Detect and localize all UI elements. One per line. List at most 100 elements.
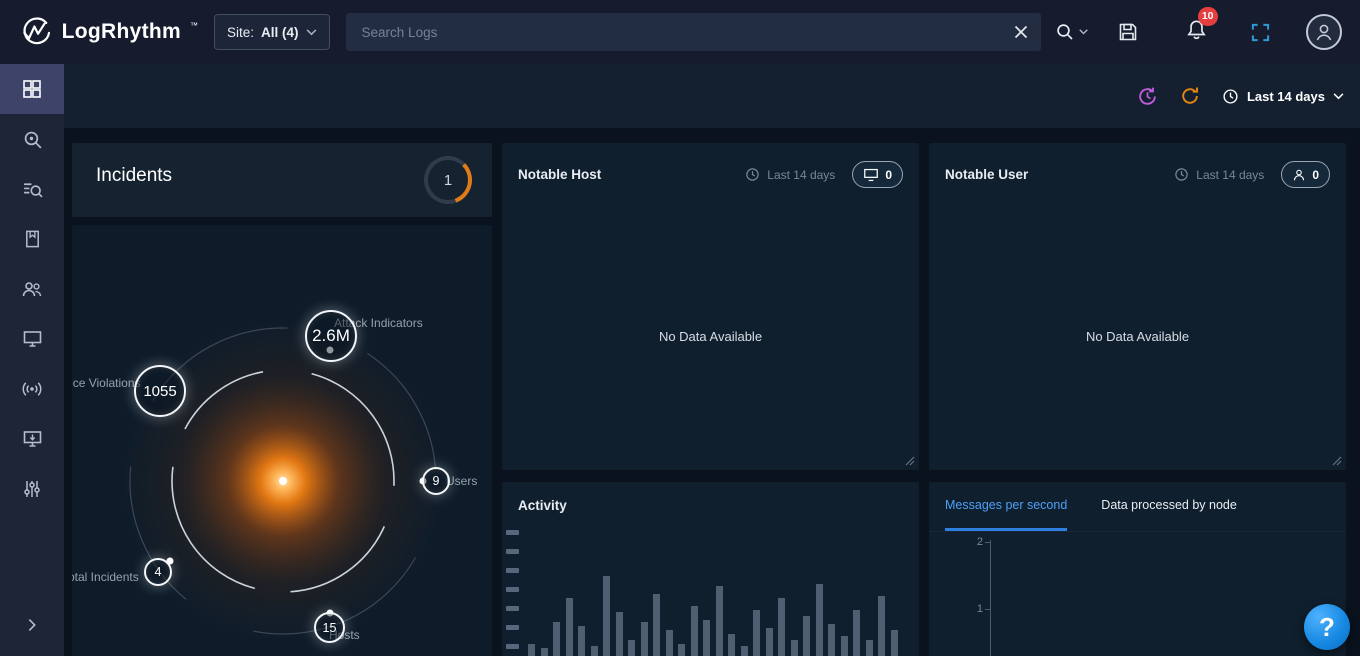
tab-messages-per-second[interactable]: Messages per second [945,482,1067,531]
search-field [346,13,1041,51]
axis-dash [506,625,519,630]
sidebar-item-hosts[interactable] [0,314,64,364]
brand-trademark: ™ [190,21,198,30]
node-users[interactable]: 9 [422,467,450,495]
cases-icon [23,229,42,249]
clear-search-icon[interactable] [1011,22,1031,42]
activity-bar [716,586,723,656]
activity-bar [803,616,810,656]
tab-data-processed-by-node[interactable]: Data processed by node [1101,482,1237,531]
site-label: Site: [227,25,254,40]
node-total-incidents[interactable]: 4 [144,558,172,586]
notable-user-count-badge[interactable]: 0 [1281,161,1330,188]
y-axis-tick-label: 1 [967,603,983,615]
sidebar-item-searches[interactable] [0,164,64,214]
activity-bar [566,598,573,656]
activity-bar [603,576,610,656]
sidebar-item-alarms[interactable] [0,364,64,414]
performance-tabs: Messages per second Data processed by no… [929,482,1346,532]
activity-bar [628,640,635,656]
time-range-label: Last 14 days [1247,89,1325,104]
refresh-icon [1180,86,1200,106]
activity-bar [766,628,773,656]
activity-widget: Activity [502,482,919,656]
sidebar-expand-button[interactable] [0,600,64,650]
axis-dash [506,587,519,592]
sliders-icon [22,479,42,499]
y-axis-line [990,540,991,656]
notable-user-time-range: Last 14 days [1196,168,1264,182]
sidebar-item-dashboards[interactable] [0,64,64,114]
monitor-icon [863,168,879,182]
node-label-compliance-violations: Compliance Violations [72,376,141,390]
incidents-orbit-widget: Attack Indicators Compliance Violations … [72,225,492,656]
axis-dash [506,530,519,535]
notification-badge: 10 [1198,7,1218,26]
site-selector[interactable]: Site: All (4) [214,14,330,50]
fullscreen-button[interactable] [1251,23,1270,42]
refresh-button[interactable] [1180,86,1200,106]
incidents-orbit-visualization [72,225,492,656]
activity-bar [891,630,898,656]
node-attack-indicators[interactable]: 2.6M [305,310,357,362]
activity-bar [641,622,648,656]
activity-bar [816,584,823,656]
y-axis-tick-label: 2 [967,536,983,548]
sidebar-item-settings[interactable] [0,464,64,514]
activity-bar [591,646,598,656]
resize-handle[interactable] [1331,455,1342,466]
sidebar-item-community[interactable] [0,264,64,314]
activity-bar [853,610,860,656]
node-hosts[interactable]: 15 [314,612,345,643]
axis-dash [506,644,519,649]
activity-bar [678,644,685,656]
chevron-down-icon [306,29,317,36]
activity-bar [616,612,623,656]
notable-user-title: Notable User [945,167,1028,182]
activity-bar [828,624,835,656]
search-options-button[interactable] [1055,22,1088,42]
search-input[interactable] [346,13,1041,51]
activity-bar [741,646,748,656]
activity-bar [841,636,848,656]
sidebar-item-investigate[interactable] [0,114,64,164]
activity-bar [666,630,673,656]
chevron-right-icon [23,616,41,634]
time-range-selector[interactable]: Last 14 days [1222,88,1344,105]
node-label-total-incidents: Total Incidents [72,570,139,584]
search-list-icon [22,179,43,200]
activity-bar [578,626,585,656]
notable-host-time-range: Last 14 days [767,168,835,182]
sidebar-item-deployment[interactable] [0,414,64,464]
save-search-button[interactable] [1118,22,1138,42]
activity-bar [528,644,535,656]
node-label-users: Users [446,474,477,488]
incidents-title: Incidents [96,165,172,187]
performance-widget: Messages per second Data processed by no… [929,482,1346,656]
resize-handle[interactable] [904,455,915,466]
user-menu-avatar[interactable] [1306,14,1342,50]
clock-icon [1174,167,1189,182]
activity-bar-chart [528,524,909,656]
person-icon [1292,168,1306,182]
notable-host-widget: Notable Host Last 14 days 0 No Data Avai… [502,143,919,470]
site-value: All (4) [261,25,299,40]
notable-user-count: 0 [1312,168,1319,182]
logrhythm-logo-icon [18,17,53,47]
people-icon [21,279,43,299]
incidents-gauge-value: 1 [424,156,472,204]
node-compliance-violations[interactable]: 1055 [134,365,186,417]
clock-icon [1222,88,1239,105]
chevron-down-icon [1333,93,1344,100]
dashboard-grid-icon [22,79,42,99]
notable-host-count-badge[interactable]: 0 [852,161,903,188]
history-restore-button[interactable] [1137,86,1158,107]
save-icon [1118,22,1138,42]
logrhythm-logo: LogRhythm ™ [18,17,198,47]
sidebar-item-cases[interactable] [0,214,64,264]
help-button[interactable]: ? [1304,604,1350,650]
notifications-button[interactable]: 10 [1186,19,1207,46]
activity-bar [878,596,885,656]
broadcast-icon [21,379,43,399]
clock-icon [745,167,760,182]
